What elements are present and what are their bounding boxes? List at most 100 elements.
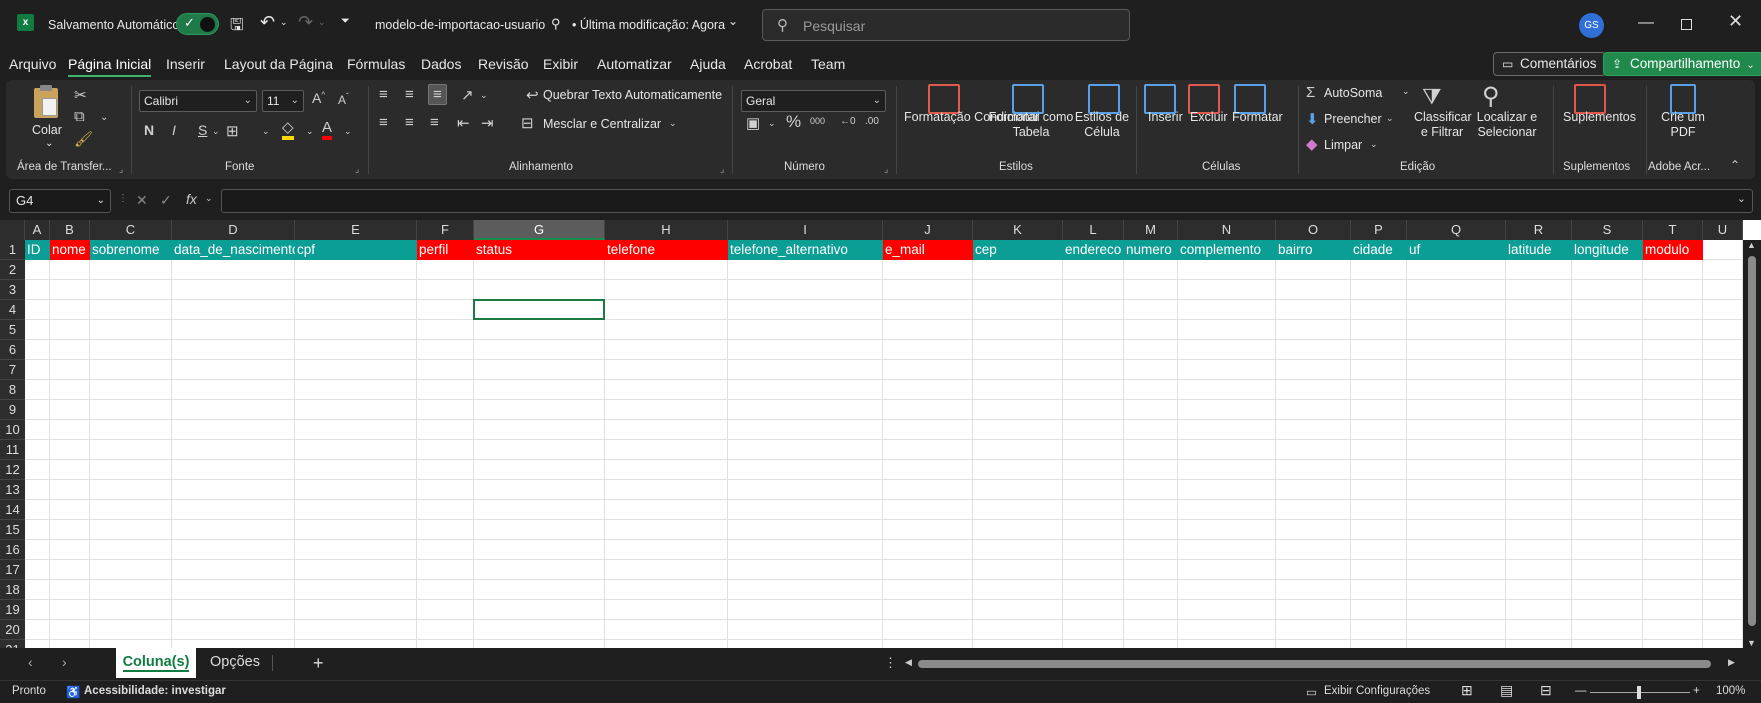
collapse-ribbon-icon[interactable]: ⌃ [1730,158,1740,172]
vertical-scrollbar[interactable]: ▲ ▼ [1743,240,1761,648]
header-cell-m[interactable]: numero [1124,240,1178,260]
page-break-view-icon[interactable]: ⊟ [1540,682,1552,699]
name-box[interactable]: G4 ⌄ [9,189,111,213]
scroll-right-icon[interactable]: ▶ [1728,657,1735,668]
merge-center-icon[interactable]: ⊟ [521,114,534,132]
menu-exibir[interactable]: Exibir [543,56,578,72]
column-header-t[interactable]: T [1643,220,1703,240]
align-middle-icon[interactable]: ≡ [405,86,414,103]
row-header-12[interactable]: 12 [0,460,25,480]
row-header-7[interactable]: 7 [0,360,25,380]
paste-label[interactable]: Colar [32,123,62,137]
column-header-n[interactable]: N [1178,220,1276,240]
sheet-tab-opcoes[interactable]: Opções [200,648,270,678]
zoom-slider-thumb[interactable] [1637,686,1641,699]
row-header-10[interactable]: 10 [0,420,25,440]
maximize-icon[interactable] [1681,19,1692,30]
redo-dropdown-icon[interactable]: ⌄ [318,17,326,28]
header-cell-o[interactable]: bairro [1276,240,1351,260]
italic-button[interactable]: I [172,122,176,138]
percent-icon[interactable]: % [786,112,801,132]
header-cell-a[interactable]: ID [25,240,50,260]
format-painter-icon[interactable]: 🖌 [74,130,93,148]
zoom-in-icon[interactable]: + [1693,685,1700,697]
row-header-9[interactable]: 9 [0,400,25,420]
borders-chevron-icon[interactable]: ⌄ [262,126,270,137]
column-header-p[interactable]: P [1351,220,1407,240]
increase-font-icon[interactable]: A^ [312,90,325,106]
row-header-15[interactable]: 15 [0,520,25,540]
column-header-c[interactable]: C [90,220,172,240]
display-settings-icon[interactable]: ▭ [1306,685,1317,699]
column-header-g[interactable]: G [474,220,605,240]
row-header-14[interactable]: 14 [0,500,25,520]
wrap-text-icon[interactable]: ↩ [526,86,539,104]
row-header-21[interactable]: 21 [0,640,25,648]
column-header-j[interactable]: J [883,220,973,240]
number-launcher-icon[interactable]: ⌟ [884,164,888,175]
spreadsheet-grid[interactable]: ABCDEFGHIJKLMNOPQRSTU 1 2 3 4 5 6 7 8 9 10 11 12 13 1… [0,220,1761,648]
clear-chevron-icon[interactable]: ⌄ [1370,139,1378,150]
normal-view-icon[interactable]: ⊞ [1461,682,1473,699]
row-header-8[interactable]: 8 [0,380,25,400]
decrease-indent-icon[interactable]: ⇤ [457,114,470,132]
header-cell-b[interactable]: nome [50,240,90,260]
fill-color-icon[interactable]: ◇ [282,120,294,140]
align-left-icon[interactable]: ≡ [379,114,388,131]
sort-filter-label[interactable]: Classificar e Filtrar [1414,110,1472,140]
paste-chevron-icon[interactable]: ⌄ [45,138,53,149]
scroll-left-icon[interactable]: ◀ [905,657,912,668]
format-table-label[interactable]: Formatar como Tabela [986,110,1076,140]
accessibility-icon[interactable]: ♿ [66,685,80,699]
search-box[interactable]: ⚲ Pesquisar [762,9,1130,41]
column-header-o[interactable]: O [1276,220,1351,240]
vertical-scroll-thumb[interactable] [1748,256,1756,626]
find-select-label[interactable]: Localizar e Selecionar [1472,110,1542,140]
sheet-tab-colunas[interactable]: Coluna(s) [116,648,196,678]
header-cell-g[interactable]: status [474,240,605,260]
more-options-icon[interactable]: ⋮ [118,193,128,204]
selected-cell[interactable] [473,299,605,320]
clear-label[interactable]: Limpar [1324,138,1362,152]
number-format-dropdown[interactable]: Geral ⌄ [741,90,886,112]
header-cell-n[interactable]: complemento [1178,240,1276,260]
orientation-chevron-icon[interactable]: ⌄ [480,90,488,101]
column-header-d[interactable]: D [172,220,295,240]
menu-formulas[interactable]: Fórmulas [347,56,405,72]
font-color-icon[interactable]: A [322,120,333,140]
font-size-dropdown[interactable]: 11 ⌄ [262,90,304,112]
zoom-slider[interactable] [1590,686,1690,699]
expand-formula-icon[interactable]: ⌄ [1737,192,1746,205]
column-header-h[interactable]: H [605,220,728,240]
font-launcher-icon[interactable]: ⌟ [355,164,359,175]
header-cell-p[interactable]: cidade [1351,240,1407,260]
row-header-19[interactable]: 19 [0,600,25,620]
format-cells-label[interactable]: Formatar [1232,110,1283,124]
insert-function-icon[interactable]: fx [186,191,197,207]
file-name[interactable]: modelo-de-importacao-usuario [375,18,545,32]
increase-indent-icon[interactable]: ⇥ [481,114,494,132]
fill-label[interactable]: Preencher [1324,112,1382,126]
orientation-icon[interactable]: ↗ [461,86,474,104]
insert-cells-label[interactable]: Inserir [1148,110,1183,124]
menu-layout[interactable]: Layout da Página [224,56,333,72]
row-header-17[interactable]: 17 [0,560,25,580]
currency-icon[interactable]: ▣ [746,114,760,132]
row-header-4[interactable]: 4 [0,300,25,320]
column-header-m[interactable]: M [1124,220,1178,240]
more-options-icon[interactable]: ⋮ [884,655,897,671]
currency-chevron-icon[interactable]: ⌄ [768,118,776,129]
scroll-up-icon[interactable]: ▲ [1747,240,1756,250]
borders-icon[interactable]: ⊞ [226,122,239,140]
column-header-s[interactable]: S [1572,220,1643,240]
header-cell-t[interactable]: modulo [1643,240,1703,260]
column-header-q[interactable]: Q [1407,220,1506,240]
thousands-icon[interactable]: 000 [810,116,825,126]
header-cell-r[interactable]: latitude [1506,240,1572,260]
bold-button[interactable]: N [144,122,154,138]
sort-filter-icon[interactable]: ⧩ [1422,84,1442,110]
minimize-icon[interactable]: — [1638,14,1654,32]
header-cell-f[interactable]: perfil [417,240,474,260]
page-layout-view-icon[interactable]: ▤ [1500,682,1513,699]
enter-icon[interactable]: ✓ [160,192,172,209]
